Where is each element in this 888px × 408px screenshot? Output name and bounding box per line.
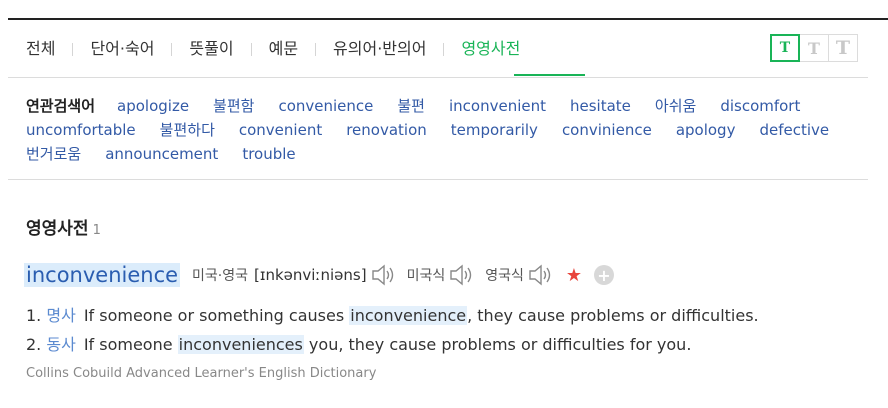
search-tabs: 전체 단어·숙어 뜻풀이 예문 유의어·반의어 영영사전: [26, 36, 520, 62]
highlighted-term: inconveniences: [177, 335, 304, 354]
entry-header: inconvenience 미국·영국 [ɪnkənviːniəns] 미국식 …: [24, 263, 614, 287]
related-searches: 연관검색어 apologize 불편함 convenience 불편 inconvenie…: [26, 94, 856, 166]
tab-all[interactable]: 전체: [26, 37, 55, 61]
tab-synonyms-antonyms[interactable]: 유의어·반의어: [333, 37, 426, 61]
speaker-icon[interactable]: [528, 264, 554, 286]
related-search-link[interactable]: 불편함: [213, 94, 254, 118]
tab-meanings[interactable]: 뜻풀이: [189, 37, 233, 61]
related-search-link[interactable]: inconvenient: [449, 94, 546, 118]
font-size-medium-button[interactable]: T: [799, 34, 829, 62]
tab-separator: [250, 42, 252, 56]
definition-text: If someone or something causes: [83, 306, 350, 325]
definition-item: 1. 명사 If someone or something causes inco…: [26, 302, 759, 326]
part-of-speech: 동사: [46, 335, 76, 354]
pronunciation-label: 미국·영국: [192, 268, 249, 284]
speaker-icon[interactable]: [371, 264, 397, 286]
part-of-speech: 명사: [46, 306, 76, 325]
divider: [8, 77, 868, 78]
related-search-link[interactable]: hesitate: [570, 94, 631, 118]
font-size-controls: T T T: [770, 34, 858, 62]
definition-item: 2. 동사 If someone inconveniences you, they…: [26, 331, 691, 355]
tab-separator: [171, 42, 173, 56]
pronunciation-text: [ɪnkənviːniəns]: [254, 266, 367, 284]
related-search-link[interactable]: 불편: [397, 94, 425, 118]
tab-separator: [443, 42, 445, 56]
font-size-small-button[interactable]: T: [770, 34, 800, 62]
dictionary-source: Collins Cobuild Advanced Learner's Engli…: [26, 366, 377, 381]
highlighted-term: inconvenience: [349, 306, 468, 325]
definition-text: you, they cause problems or difficulties…: [303, 335, 692, 354]
definition-text: , they cause problems or difficulties.: [467, 306, 759, 325]
tab-separator: [72, 42, 74, 56]
related-search-link[interactable]: discomfort: [720, 94, 800, 118]
related-search-link[interactable]: convenient: [239, 118, 322, 142]
top-border: [8, 18, 888, 20]
related-search-link[interactable]: defective: [759, 118, 829, 142]
divider: [8, 179, 868, 180]
definition-text: If someone: [83, 335, 178, 354]
related-search-link[interactable]: trouble: [242, 142, 295, 166]
us-pronunciation-label: 미국식: [406, 268, 446, 284]
result-count: 1: [92, 223, 101, 238]
related-search-link[interactable]: apology: [676, 118, 736, 142]
uk-pronunciation-label: 영국식: [485, 268, 524, 284]
section-title-text: 영영사전: [26, 219, 89, 239]
definition-number: 2.: [26, 335, 42, 354]
section-title: 영영사전 1: [26, 214, 101, 239]
tab-words-idioms[interactable]: 단어·숙어: [90, 37, 154, 61]
related-search-link[interactable]: 아쉬움: [655, 94, 696, 118]
related-search-link[interactable]: uncomfortable: [26, 118, 136, 142]
tab-examples[interactable]: 예문: [269, 37, 298, 61]
related-search-link[interactable]: 번거로움: [26, 142, 81, 166]
definition-number: 1.: [26, 306, 42, 325]
active-tab-indicator: [514, 74, 585, 76]
star-icon[interactable]: ★: [566, 265, 582, 286]
related-search-link[interactable]: announcement: [105, 142, 218, 166]
font-size-large-button[interactable]: T: [828, 34, 858, 62]
related-search-link[interactable]: temporarily: [451, 118, 538, 142]
related-search-link[interactable]: convenience: [278, 94, 373, 118]
related-searches-label: 연관검색어: [26, 97, 96, 115]
related-search-link[interactable]: apologize: [117, 94, 189, 118]
related-search-link[interactable]: convinience: [562, 118, 652, 142]
related-search-link[interactable]: 불편하다: [160, 118, 215, 142]
related-search-link[interactable]: renovation: [346, 118, 427, 142]
plus-icon[interactable]: +: [593, 265, 614, 285]
headword-link[interactable]: inconvenience: [24, 263, 181, 287]
tab-english-english[interactable]: 영영사전: [461, 37, 520, 61]
speaker-icon[interactable]: [449, 264, 475, 286]
tab-separator: [315, 42, 317, 56]
